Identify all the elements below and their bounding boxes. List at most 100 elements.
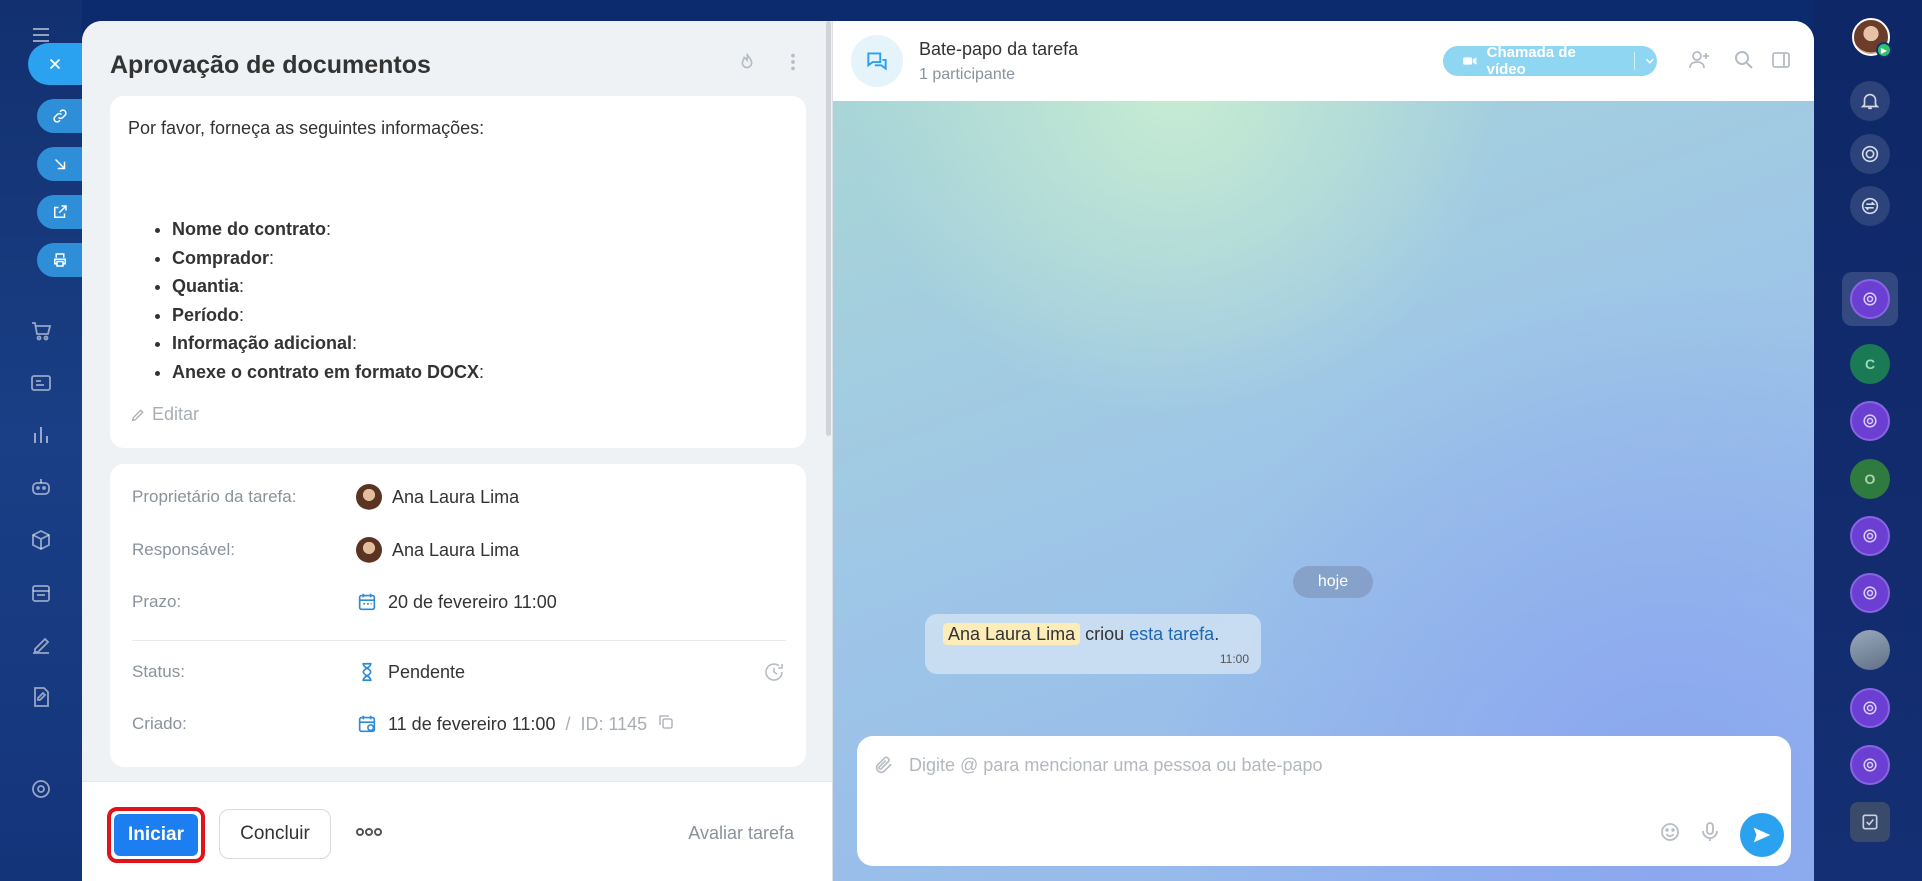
chat-icon (1863, 529, 1877, 543)
video-call-button[interactable]: Chamada de vídeo (1443, 44, 1657, 78)
microphone-icon[interactable] (1698, 820, 1722, 849)
list-item: Quantia: (172, 272, 484, 301)
user-mention[interactable]: Ana Laura Lima (943, 623, 1081, 645)
chat-item-4[interactable]: O (1850, 459, 1890, 499)
message-input[interactable]: Digite @ para mencionar uma pessoa ou ba… (909, 755, 1323, 776)
print-button[interactable] (37, 243, 82, 277)
rate-task-link[interactable]: Avaliar tarefa (688, 823, 794, 844)
arrow-down-right-icon (54, 158, 65, 170)
paperclip-icon[interactable] (873, 754, 895, 781)
more-options-button[interactable] (354, 822, 384, 847)
box-icon[interactable] (28, 527, 54, 553)
message-composer[interactable]: Digite @ para mencionar uma pessoa ou ba… (857, 736, 1791, 866)
created-value: 11 de fevereiro 11:00 / ID: 1145 (356, 713, 675, 736)
link-icon (52, 109, 67, 123)
chat-icon (1863, 414, 1877, 428)
chat-item-6[interactable] (1850, 573, 1890, 613)
edit-link[interactable]: Editar (130, 404, 199, 425)
chevron-down-icon[interactable] (1643, 54, 1657, 68)
chat-item-1[interactable] (1850, 279, 1890, 319)
pen-icon[interactable] (28, 632, 54, 658)
printer-icon (53, 253, 66, 267)
add-user-icon[interactable] (1687, 48, 1711, 77)
description-intro: Por favor, forneça as seguintes informaç… (128, 118, 485, 138)
task-window: Aprovação de documentos Por favor, forne… (82, 21, 1814, 881)
finish-button[interactable]: Concluir (219, 809, 331, 859)
owner-value[interactable]: Ana Laura Lima (356, 484, 519, 510)
bell-icon (1860, 93, 1880, 110)
chat-item-7-avatar[interactable] (1850, 630, 1890, 670)
search-icon[interactable] (1732, 48, 1756, 77)
chat-bubbles-icon (867, 52, 887, 71)
chat-item-5[interactable] (1850, 516, 1890, 556)
owner-row: Proprietário da tarefa: Ana Laura Lima (132, 482, 786, 512)
pencil-icon (131, 408, 144, 421)
list-item: Comprador: (172, 244, 484, 273)
chat-item-9[interactable] (1850, 745, 1890, 785)
description-card: Por favor, forneça as seguintes informaç… (110, 96, 806, 448)
chat-icon (1863, 586, 1877, 600)
sidebar-toggle-icon[interactable] (1769, 48, 1793, 77)
settings-icon[interactable] (28, 776, 54, 802)
id-card-icon[interactable] (28, 370, 54, 396)
start-button[interactable]: Iniciar (107, 807, 205, 863)
hourglass-icon (362, 662, 372, 682)
bar-chart-icon[interactable] (28, 422, 54, 448)
tasks-button[interactable] (1850, 802, 1890, 842)
chat-icon (1863, 701, 1877, 715)
task-title: Aprovação de documentos (110, 51, 431, 79)
responsible-value[interactable]: Ana Laura Lima (356, 537, 519, 563)
send-button[interactable] (1740, 813, 1784, 857)
minimize-button[interactable] (37, 147, 82, 181)
list-item: Nome do contrato: (172, 215, 484, 244)
chat-arrows-icon (1861, 197, 1879, 215)
chat-item-8[interactable] (1850, 688, 1890, 728)
properties-card: Proprietário da tarefa: Ana Laura Lima R… (110, 464, 806, 767)
cart-icon[interactable] (28, 318, 54, 344)
copy-icon[interactable] (657, 713, 675, 736)
right-sidebar: ▶ C O (1814, 0, 1922, 881)
copy-link-button[interactable] (37, 99, 82, 133)
online-status-icon: ▶ (1876, 42, 1892, 58)
close-icon (49, 58, 61, 70)
created-row: Criado: 11 de fevereiro 11:00 / ID: 1145 (132, 709, 786, 739)
status-row: Status: Pendente (132, 657, 786, 687)
task-id: ID: 1145 (580, 713, 648, 734)
status-history-icon[interactable] (762, 660, 786, 689)
document-edit-icon[interactable] (28, 684, 54, 710)
task-link[interactable]: esta tarefa (1129, 624, 1214, 644)
notifications-button[interactable] (1850, 81, 1890, 121)
calendar-icon (358, 593, 376, 611)
more-vertical-icon[interactable] (782, 51, 804, 78)
task-header: Aprovação de documentos (110, 47, 804, 87)
chat-icon (1863, 758, 1877, 772)
chat-participants[interactable]: 1 participante (919, 66, 1015, 84)
chat-transfer-button[interactable] (1850, 186, 1890, 226)
robot-icon[interactable] (28, 474, 54, 500)
responsible-row: Responsável: Ana Laura Lima (132, 535, 786, 565)
message-time: 11:00 (1219, 652, 1249, 666)
status-value: Pendente (356, 661, 465, 683)
store-icon[interactable] (28, 580, 54, 606)
open-new-window-button[interactable] (37, 195, 82, 229)
close-button[interactable] (28, 43, 82, 85)
chat-title: Bate-papo da tarefa (919, 39, 1079, 59)
scrollbar[interactable] (826, 21, 831, 436)
chat-icon (1863, 292, 1877, 306)
checkbox-icon (1862, 814, 1878, 830)
chat-avatar[interactable] (851, 35, 903, 87)
user-avatar[interactable]: ▶ (1852, 18, 1892, 58)
flame-icon[interactable] (736, 51, 758, 78)
emoji-icon[interactable] (1658, 820, 1682, 849)
deadline-row: Prazo: 20 de fevereiro 11:00 (132, 591, 557, 613)
send-icon (1753, 827, 1771, 843)
chat-panel: Bate-papo da tarefa 1 participante Chama… (833, 21, 1814, 881)
task-panel: Aprovação de documentos Por favor, forne… (82, 21, 832, 881)
divider (132, 640, 786, 641)
avatar (356, 537, 382, 563)
list-item: Informação adicional: (172, 329, 484, 358)
chat-item-2[interactable]: C (1850, 344, 1890, 384)
deadline-value[interactable]: 20 de fevereiro 11:00 (356, 591, 557, 613)
copilot-button[interactable] (1850, 134, 1890, 174)
chat-item-3[interactable] (1850, 401, 1890, 441)
